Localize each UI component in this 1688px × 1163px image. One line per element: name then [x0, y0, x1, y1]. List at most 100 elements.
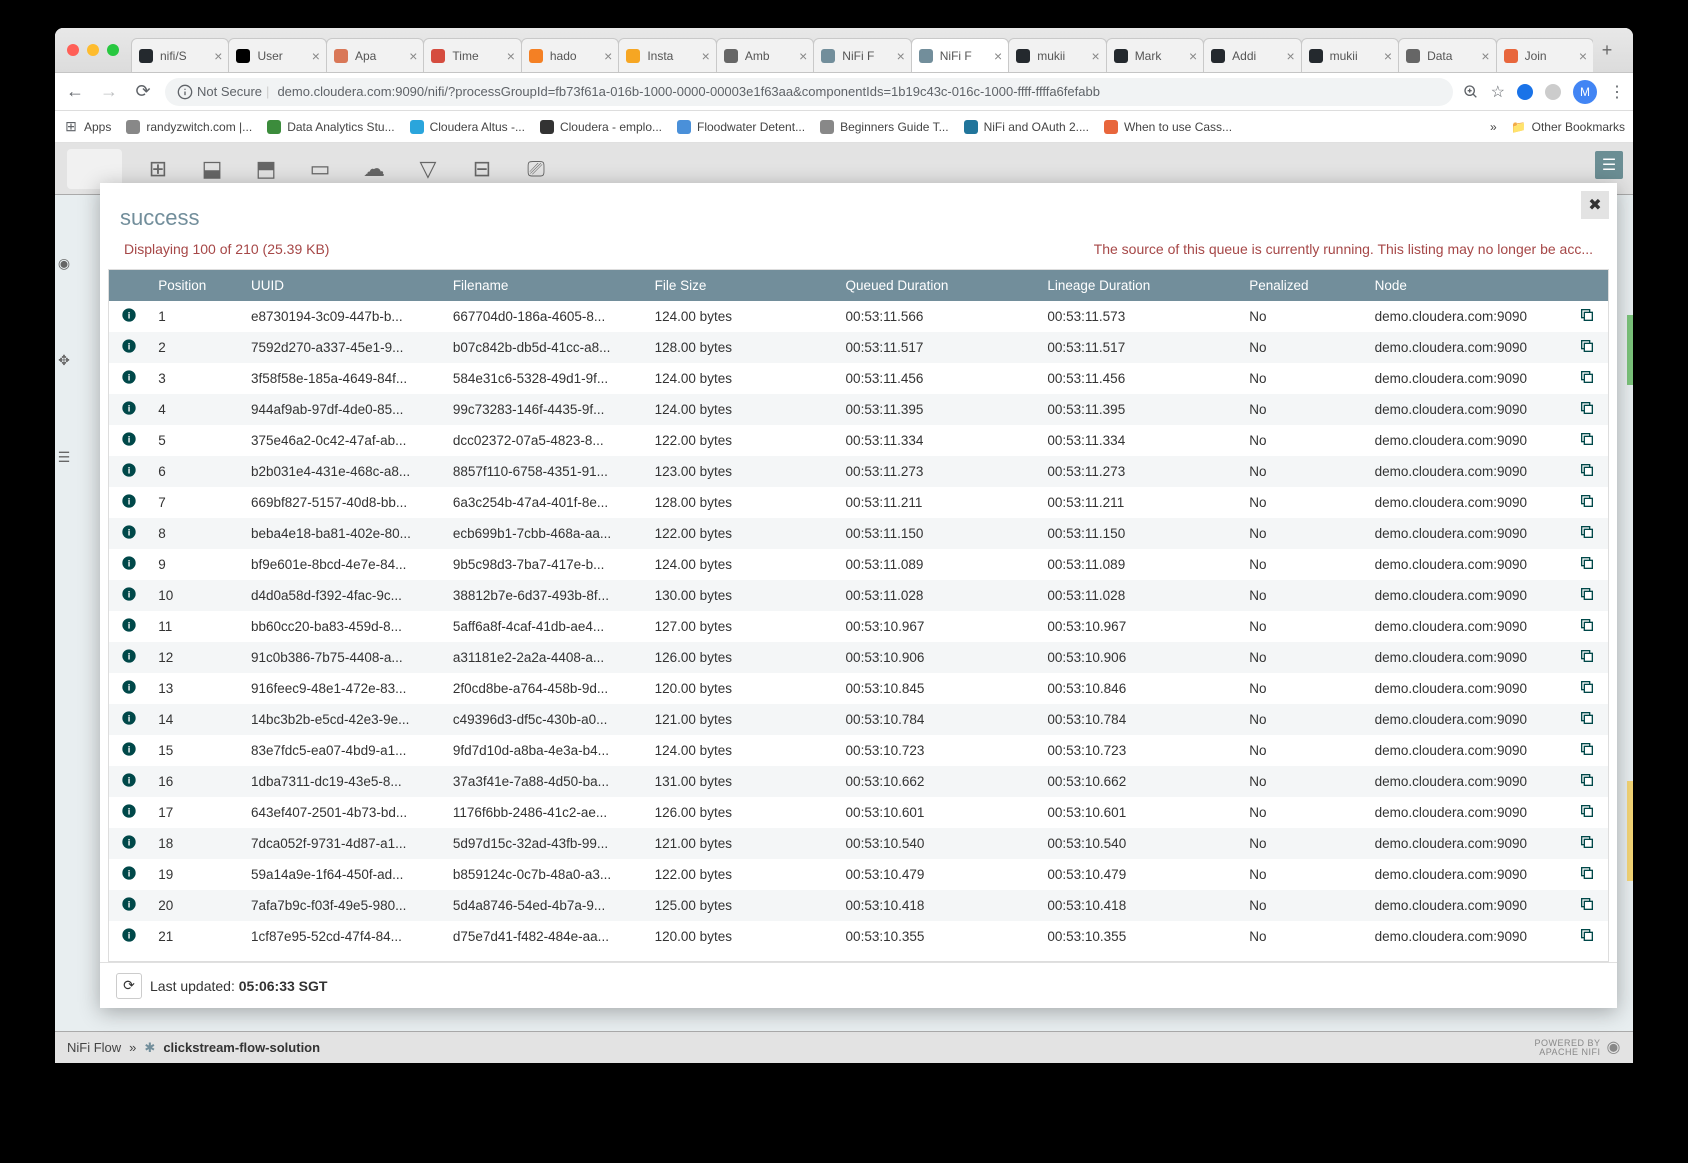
reload-button[interactable]: ⟳	[131, 80, 155, 104]
refresh-button[interactable]: ⟳	[116, 973, 142, 999]
row-action-button[interactable]	[1566, 890, 1608, 921]
row-action-button[interactable]	[1566, 549, 1608, 580]
bookmark-item[interactable]: Data Analytics Stu...	[266, 119, 394, 135]
star-icon[interactable]: ☆	[1491, 82, 1505, 102]
row-info-button[interactable]: i	[109, 301, 148, 332]
column-header[interactable]: Penalized	[1239, 270, 1364, 301]
table-row[interactable]: i 12 91c0b386-7b75-4408-a... a31181e2-2a…	[109, 642, 1608, 673]
row-action-button[interactable]	[1566, 487, 1608, 518]
column-header[interactable]: Queued Duration	[836, 270, 1038, 301]
tab-close-icon[interactable]: ×	[897, 48, 905, 64]
bookmark-item[interactable]: Floodwater Detent...	[676, 119, 805, 135]
browser-tab[interactable]: Insta×	[618, 38, 716, 72]
other-bookmarks[interactable]: 📁Other Bookmarks	[1511, 119, 1625, 135]
bookmark-item[interactable]: randyzwitch.com |...	[125, 119, 252, 135]
bookmarks-overflow[interactable]: »	[1490, 120, 1497, 134]
row-action-button[interactable]	[1566, 642, 1608, 673]
column-header[interactable]	[109, 270, 148, 301]
row-action-button[interactable]	[1566, 735, 1608, 766]
tab-close-icon[interactable]: ×	[214, 48, 222, 64]
column-header[interactable]: UUID	[241, 270, 443, 301]
row-info-button[interactable]: i	[109, 766, 148, 797]
column-header[interactable]	[1566, 270, 1608, 301]
table-row[interactable]: i 19 59a14a9e-1f64-450f-ad... b859124c-0…	[109, 859, 1608, 890]
browser-tab[interactable]: Join×	[1496, 38, 1593, 72]
bookmark-item[interactable]: Cloudera Altus -...	[409, 119, 525, 135]
row-action-button[interactable]	[1566, 797, 1608, 828]
tab-close-icon[interactable]: ×	[604, 48, 612, 64]
profile-avatar[interactable]: M	[1573, 80, 1597, 104]
back-button[interactable]: ←	[63, 80, 87, 104]
browser-tab[interactable]: NiFi F×	[813, 38, 911, 72]
table-row[interactable]: i 3 3f58f58e-185a-4649-84f... 584e31c6-5…	[109, 363, 1608, 394]
operate-icon[interactable]: ✥	[58, 352, 70, 369]
browser-tab[interactable]: NiFi F×	[911, 38, 1009, 72]
row-info-button[interactable]: i	[109, 673, 148, 704]
row-action-button[interactable]	[1566, 921, 1608, 952]
process-group-tool-icon[interactable]: ▭	[302, 151, 338, 187]
browser-tab[interactable]: mukii×	[1301, 38, 1399, 72]
row-action-button[interactable]	[1566, 301, 1608, 332]
row-info-button[interactable]: i	[109, 487, 148, 518]
tab-close-icon[interactable]: ×	[1189, 48, 1197, 64]
row-action-button[interactable]	[1566, 332, 1608, 363]
tab-close-icon[interactable]: ×	[799, 48, 807, 64]
zoom-icon[interactable]	[1463, 84, 1479, 100]
table-row[interactable]: i 10 d4d0a58d-f392-4fac-9c... 38812b7e-6…	[109, 580, 1608, 611]
row-info-button[interactable]: i	[109, 921, 148, 952]
tab-close-icon[interactable]: ×	[994, 48, 1002, 64]
window-close-button[interactable]	[67, 44, 79, 56]
browser-tab[interactable]: Amb×	[716, 38, 814, 72]
row-action-button[interactable]	[1566, 518, 1608, 549]
row-action-button[interactable]	[1566, 456, 1608, 487]
row-action-button[interactable]	[1566, 828, 1608, 859]
browser-tab[interactable]: Apa×	[326, 38, 424, 72]
tab-close-icon[interactable]: ×	[702, 48, 710, 64]
browser-tab[interactable]: Addi×	[1203, 38, 1301, 72]
table-row[interactable]: i 18 7dca052f-9731-4d87-a1... 5d97d15c-3…	[109, 828, 1608, 859]
row-info-button[interactable]: i	[109, 704, 148, 735]
extension-icon[interactable]	[1517, 84, 1533, 100]
tab-close-icon[interactable]: ×	[409, 48, 417, 64]
row-action-button[interactable]	[1566, 766, 1608, 797]
tab-close-icon[interactable]: ×	[312, 48, 320, 64]
table-row[interactable]: i 20 7afa7b9c-f03f-49e5-980... 5d4a8746-…	[109, 890, 1608, 921]
row-info-button[interactable]: i	[109, 828, 148, 859]
component-icon[interactable]: ☰	[58, 449, 71, 466]
browser-tab[interactable]: hado×	[521, 38, 619, 72]
row-info-button[interactable]: i	[109, 735, 148, 766]
funnel-tool-icon[interactable]: ▽	[410, 151, 446, 187]
table-row[interactable]: i 21 1cf87e95-52cd-47f4-84... d75e7d41-f…	[109, 921, 1608, 952]
row-info-button[interactable]: i	[109, 859, 148, 890]
row-action-button[interactable]	[1566, 611, 1608, 642]
tab-close-icon[interactable]: ×	[1384, 48, 1392, 64]
table-row[interactable]: i 15 83e7fdc5-ea07-4bd9-a1... 9fd7d10d-a…	[109, 735, 1608, 766]
breadcrumb-child[interactable]: clickstream-flow-solution	[163, 1040, 320, 1055]
template-tool-icon[interactable]: ⊟	[464, 151, 500, 187]
extension-icon-2[interactable]	[1545, 84, 1561, 100]
column-header[interactable]: Node	[1365, 270, 1567, 301]
row-info-button[interactable]: i	[109, 456, 148, 487]
tab-close-icon[interactable]: ×	[1481, 48, 1489, 64]
row-info-button[interactable]: i	[109, 332, 148, 363]
row-info-button[interactable]: i	[109, 642, 148, 673]
browser-tab[interactable]: Data×	[1398, 38, 1496, 72]
bookmark-item[interactable]: NiFi and OAuth 2....	[963, 119, 1089, 135]
row-action-button[interactable]	[1566, 859, 1608, 890]
tab-close-icon[interactable]: ×	[1092, 48, 1100, 64]
dialog-close-button[interactable]: ✖	[1581, 191, 1609, 219]
row-info-button[interactable]: i	[109, 394, 148, 425]
global-menu-button[interactable]: ☰	[1595, 151, 1623, 179]
table-row[interactable]: i 7 669bf827-5157-40d8-bb... 6a3c254b-47…	[109, 487, 1608, 518]
tab-close-icon[interactable]: ×	[507, 48, 515, 64]
address-field[interactable]: Not Secure | demo.cloudera.com:9090/nifi…	[165, 78, 1453, 106]
browser-tab[interactable]: nifi/S×	[131, 38, 229, 72]
row-info-button[interactable]: i	[109, 611, 148, 642]
table-row[interactable]: i 2 7592d270-a337-45e1-9... b07c842b-db5…	[109, 332, 1608, 363]
table-row[interactable]: i 13 916feec9-48e1-472e-83... 2f0cd8be-a…	[109, 673, 1608, 704]
apps-button[interactable]: ⊞Apps	[63, 119, 111, 135]
browser-tab[interactable]: mukii×	[1008, 38, 1106, 72]
row-info-button[interactable]: i	[109, 549, 148, 580]
row-info-button[interactable]: i	[109, 890, 148, 921]
table-row[interactable]: i 16 1dba7311-dc19-43e5-8... 37a3f41e-7a…	[109, 766, 1608, 797]
